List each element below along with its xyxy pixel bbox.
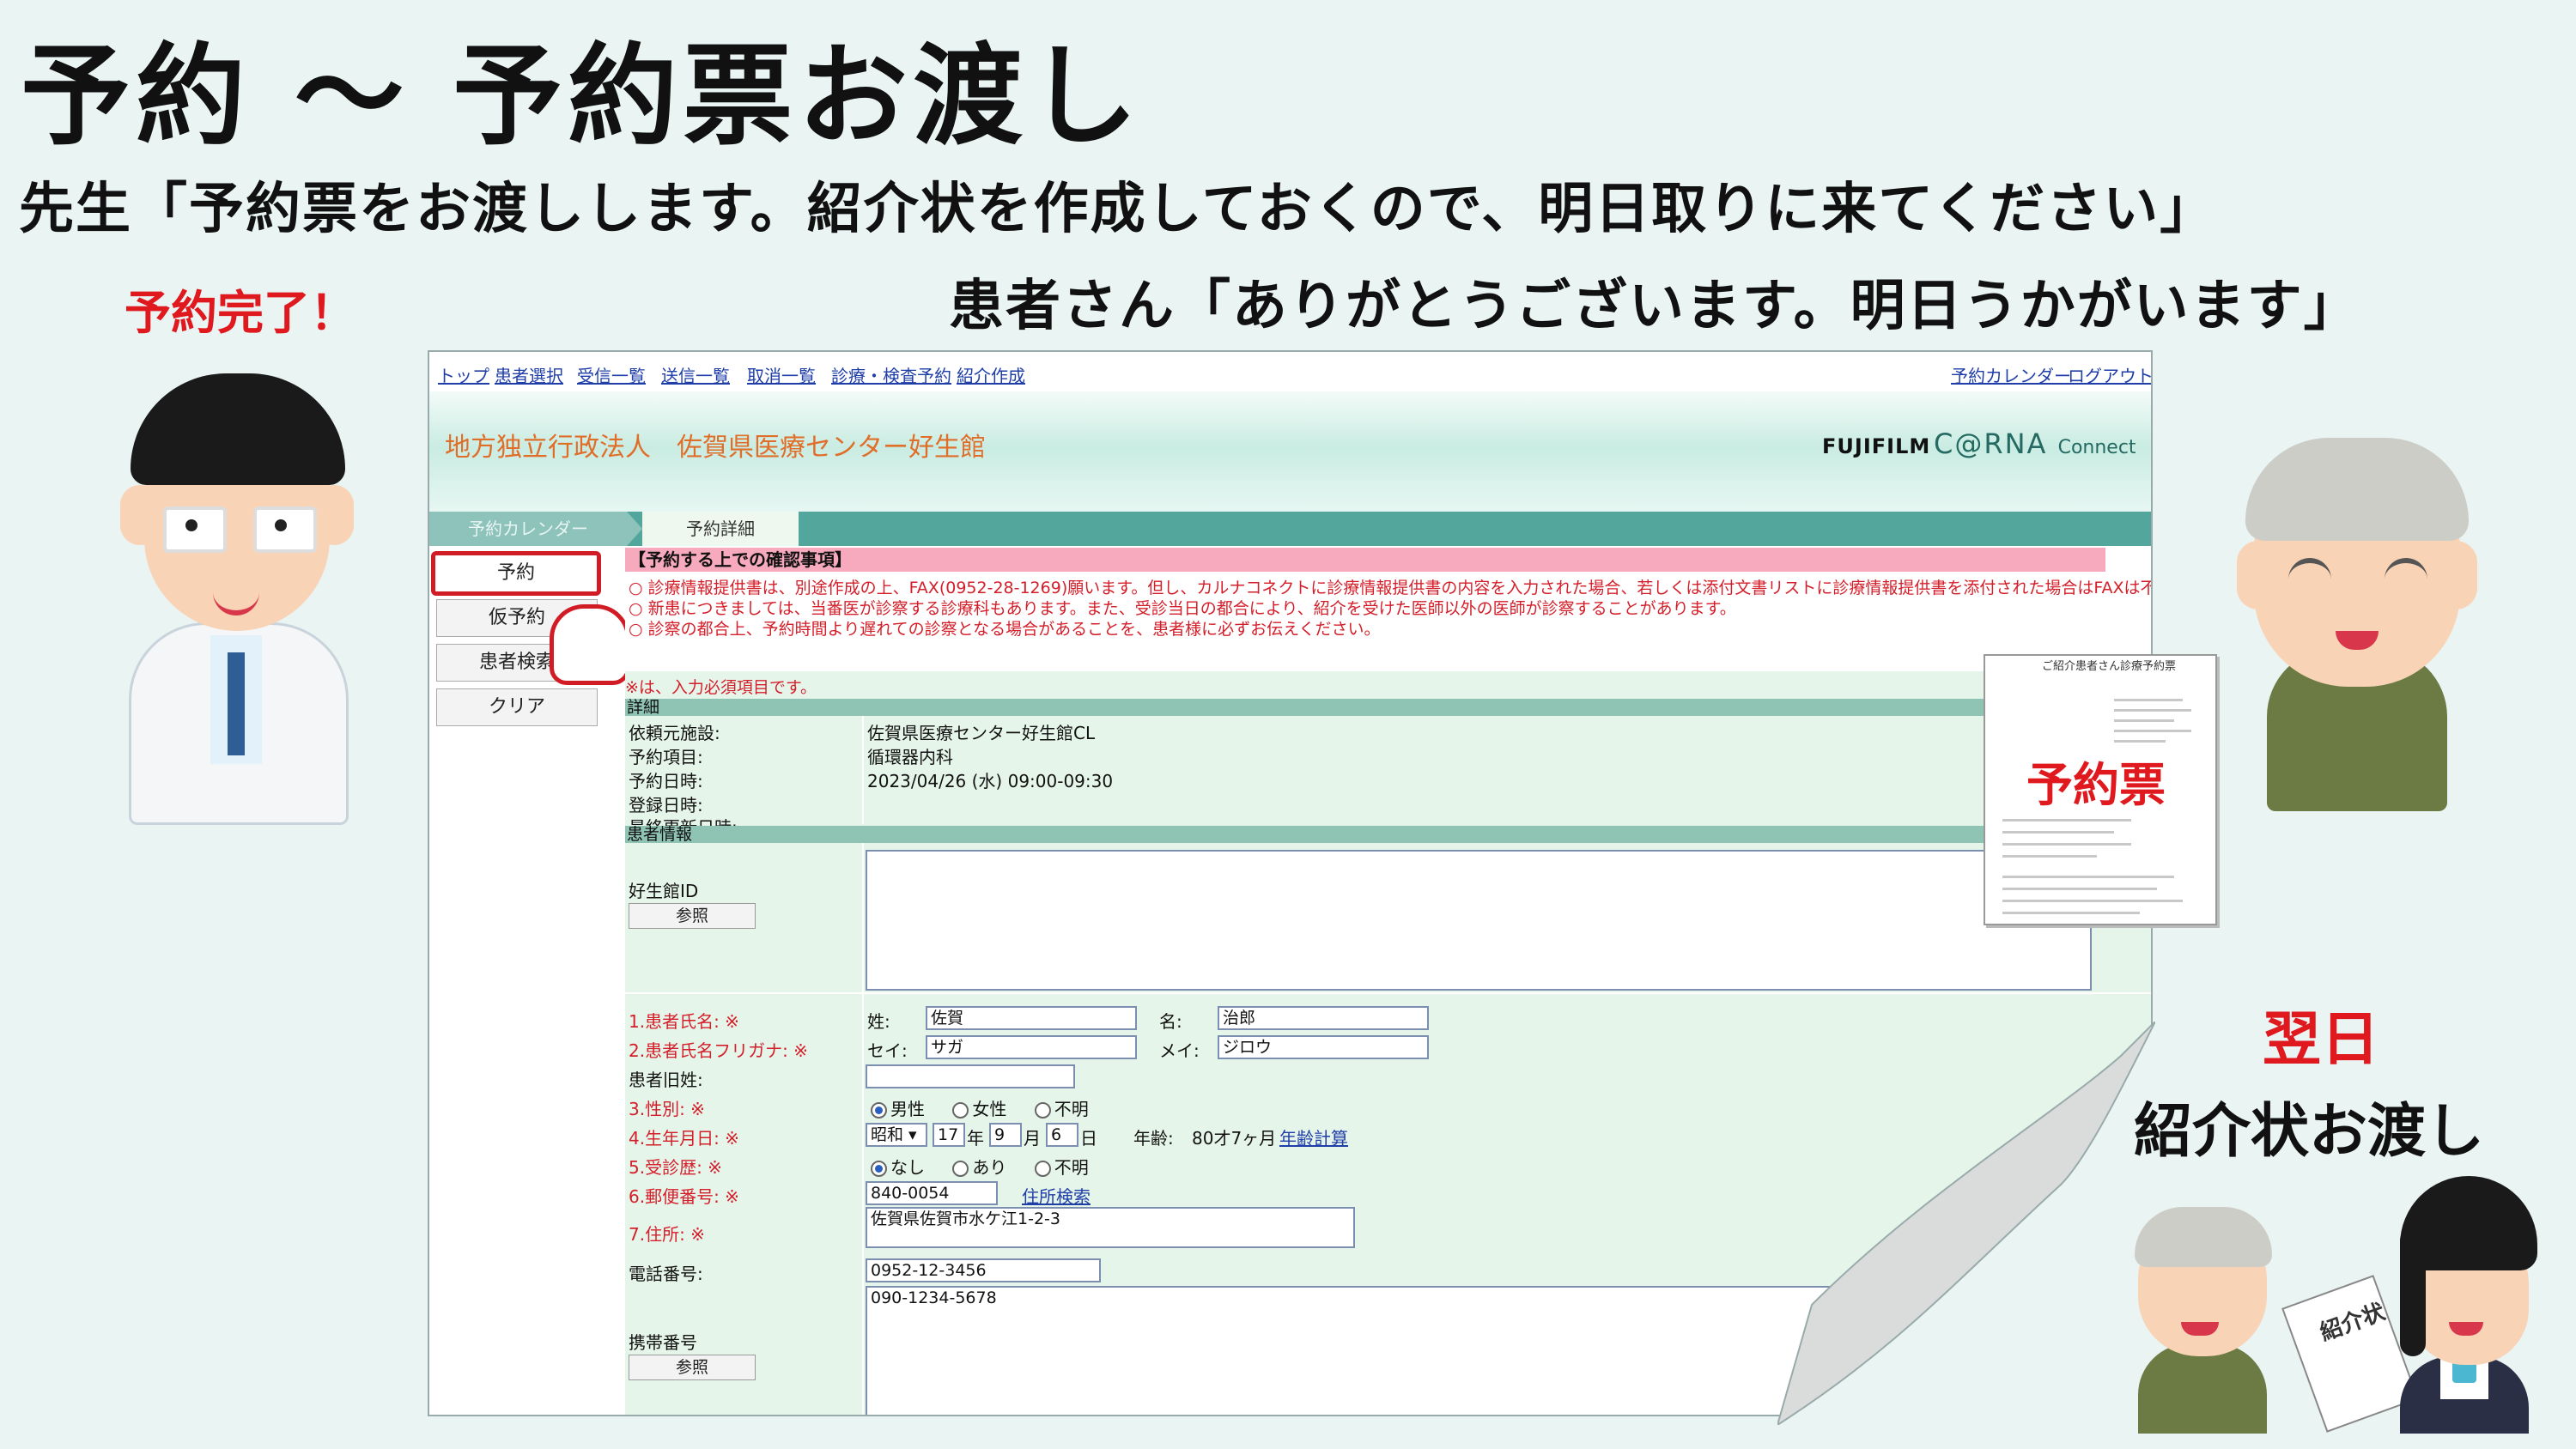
koseikan-id-label: 好生館ID xyxy=(629,881,699,901)
notice-title: 【予約する上での確認事項】 xyxy=(625,548,2105,572)
referral-handover-illustration: 紹介状 xyxy=(2104,1176,2542,1434)
sex-label: 3.性別: ※ xyxy=(629,1099,705,1119)
radio-icon[interactable] xyxy=(952,1161,969,1177)
birth-month-field[interactable]: 9 xyxy=(989,1123,1022,1147)
detail-section-header: 詳細 xyxy=(625,699,2151,716)
address-search-link[interactable]: 住所検索 xyxy=(1022,1183,1091,1208)
nav-exam-reservation[interactable]: 診療・検査予約 xyxy=(831,362,951,387)
radio-icon[interactable] xyxy=(952,1102,969,1119)
radio-icon[interactable] xyxy=(871,1102,887,1119)
zip-label: 6.郵便番号: ※ xyxy=(629,1186,739,1207)
tab-reservation-detail[interactable]: 予約詳細 xyxy=(642,512,799,546)
koseikan-id-textarea[interactable] xyxy=(866,850,2092,991)
first-name-field[interactable]: 治郎 xyxy=(1218,1006,1429,1030)
sei-label: セイ: xyxy=(867,1040,908,1061)
zip-field[interactable]: 840-0054 xyxy=(866,1181,998,1205)
nav-patient-select[interactable]: 患者選択 xyxy=(495,362,563,387)
nav-reservation-calendar[interactable]: 予約カレンダー xyxy=(1951,362,2071,387)
fujifilm-logo: FUJIFILM xyxy=(1822,434,1931,458)
sex-radio-group[interactable]: 男性 女性 不明 xyxy=(871,1095,1111,1120)
visit-history-radio-group[interactable]: なし あり 不明 xyxy=(871,1154,1111,1179)
tab-arrow xyxy=(627,512,642,546)
next-day-label: 翌日 xyxy=(2263,1006,2380,1074)
detail-value: 2023/04/26 (水) 09:00-09:30 xyxy=(867,771,1114,791)
month-unit: 月 xyxy=(1024,1128,1041,1149)
doctor-illustration xyxy=(103,356,386,825)
reservation-slip-label: 予約票 xyxy=(2026,758,2166,812)
patient-section-header: 患者情報 xyxy=(625,826,2151,843)
phone-label: 電話番号: xyxy=(629,1264,703,1284)
patient-illustration xyxy=(2185,421,2546,815)
required-note: ※は、入力必須項目です。 xyxy=(625,678,817,697)
first-name-label: 名: xyxy=(1159,1011,1182,1032)
last-name-label: 姓: xyxy=(867,1011,890,1032)
radio-icon[interactable] xyxy=(871,1161,887,1177)
nav-create-referral[interactable]: 紹介作成 xyxy=(957,362,1025,387)
birth-year-field[interactable]: 17 xyxy=(933,1123,965,1147)
reference-button[interactable]: 参照 xyxy=(629,903,756,929)
organization-name: 地方独立行政法人 佐賀県医療センター好生館 xyxy=(445,433,986,463)
nav-logout[interactable]: ログアウト xyxy=(2068,362,2151,387)
nav-cancel-list[interactable]: 取消一覧 xyxy=(747,362,816,387)
last-name-field[interactable]: 佐賀 xyxy=(926,1006,1137,1030)
clear-button[interactable]: クリア xyxy=(436,688,598,726)
detail-label: 予約項目: xyxy=(629,747,703,767)
sidebar: 予約 仮予約 患者検索 クリア xyxy=(429,546,630,1415)
referral-handover-label: 紹介状お渡し xyxy=(2134,1098,2485,1166)
detail-label: 依頼元施設: xyxy=(629,723,720,743)
detail-value: 佐賀県医療センター好生館CL xyxy=(867,723,1096,743)
sei-field[interactable]: サガ xyxy=(926,1035,1137,1059)
pointing-hand-icon xyxy=(550,604,630,685)
kana-name-label: 2.患者氏名フリガナ: ※ xyxy=(629,1040,808,1061)
doctor-speech: 先生「予約票をお渡しします。紹介状を作成しておくので、明日取りに来てください」 xyxy=(19,178,2217,241)
maiden-name-field[interactable] xyxy=(866,1064,1075,1088)
maiden-name-label: 患者旧姓: xyxy=(629,1070,703,1090)
nav-top[interactable]: トップ xyxy=(438,362,489,387)
mei-label: メイ: xyxy=(1159,1040,1200,1061)
notice-line: ○ 新患につきましては、当番医が診察する診療科もあります。また、受診当日の都合に… xyxy=(629,599,1736,618)
detail-value: 循環器内科 xyxy=(867,747,953,767)
reservation-complete-label: 予約完了！ xyxy=(125,286,356,340)
slide-title: 予約 ～ 予約票お渡し xyxy=(21,33,1144,161)
day-unit: 日 xyxy=(1080,1128,1097,1149)
radio-icon[interactable] xyxy=(1034,1161,1051,1177)
patient-speech: 患者さん「ありがとうございます。明日うかがいます」 xyxy=(949,275,2360,338)
age-calc-link[interactable]: 年齢計算 xyxy=(1279,1125,1348,1149)
age-value: 80才7ヶ月 xyxy=(1192,1128,1277,1149)
mobile-reference-button[interactable]: 参照 xyxy=(629,1355,756,1380)
birth-day-field[interactable]: 6 xyxy=(1046,1123,1078,1147)
year-unit: 年 xyxy=(967,1128,984,1149)
top-navigation: トップ 患者選択 受信一覧 送信一覧 取消一覧 診療・検査予約 紹介作成 予約カ… xyxy=(429,352,2151,390)
nav-sent-list[interactable]: 送信一覧 xyxy=(661,362,730,387)
address-label: 7.住所: ※ xyxy=(629,1224,705,1245)
page-curl-decoration xyxy=(1777,1022,2155,1425)
tab-reservation-calendar[interactable]: 予約カレンダー xyxy=(429,512,627,546)
notice-line: ○ 診療情報提供書は、別途作成の上、FAX(0952-28-1269)願います。… xyxy=(629,579,2153,597)
notice-box: 【予約する上での確認事項】 ○ 診療情報提供書は、別途作成の上、FAX(0952… xyxy=(625,546,2151,671)
mobile-label: 携帯番号 xyxy=(629,1332,697,1353)
detail-label: 予約日時: xyxy=(629,771,703,791)
era-select[interactable]: 昭和 ▾ xyxy=(866,1123,927,1147)
notice-line: ○ 診察の都合上、予約時間より遅れての診察となる場合があることを、患者様に必ずお… xyxy=(629,620,1381,639)
birthdate-label: 4.生年月日: ※ xyxy=(629,1128,739,1149)
phone-field[interactable]: 0952-12-3456 xyxy=(866,1258,1101,1282)
address-field[interactable]: 佐賀県佐賀市水ケ江1-2-3 xyxy=(866,1207,1355,1248)
radio-icon[interactable] xyxy=(1034,1102,1051,1119)
visit-history-label: 5.受診歴: ※ xyxy=(629,1157,722,1178)
nav-received-list[interactable]: 受信一覧 xyxy=(577,362,646,387)
reserve-button[interactable]: 予約 xyxy=(431,551,601,596)
tab-bar: 予約カレンダー 予約詳細 xyxy=(429,512,2151,546)
slip-heading: ご紹介患者さん診療予約票 xyxy=(2042,660,2177,673)
patient-name-label: 1.患者氏名: ※ xyxy=(629,1011,739,1032)
detail-label: 登録日時: xyxy=(629,795,703,815)
header-banner: 地方独立行政法人 佐賀県医療センター好生館 FUJIFILM C@RNA Con… xyxy=(429,391,2151,516)
mei-field[interactable]: ジロウ xyxy=(1218,1035,1429,1059)
carna-connect-logo: C@RNA Connect xyxy=(1934,427,2136,460)
age-label: 年齢: xyxy=(1133,1128,1174,1149)
